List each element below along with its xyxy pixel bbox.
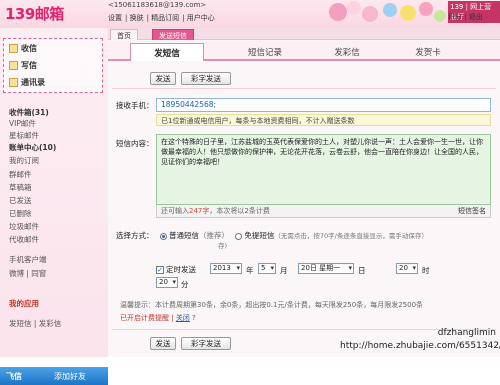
method-note-cont: 存) bbox=[218, 242, 228, 250]
tab-sms-history[interactable]: 短信记录 bbox=[228, 46, 302, 58]
content-label: 短信内容： bbox=[116, 139, 154, 148]
radio-normal-sms[interactable] bbox=[160, 232, 167, 240]
color-send-button-top[interactable]: 彩字发送 bbox=[181, 72, 231, 85]
add-friend-button[interactable]: 添加好友 bbox=[54, 371, 86, 382]
close-reminder-link[interactable]: 关闭 bbox=[176, 314, 190, 322]
top-nav: 设置 | 换肤 | 精品订阅 | 用户中心 bbox=[108, 14, 215, 22]
radio-free-sms[interactable] bbox=[235, 232, 243, 240]
color-send-button-bottom[interactable]: 彩字发送 bbox=[181, 337, 231, 350]
sidebar-item-subscriptions[interactable]: 我的订阅 bbox=[9, 155, 39, 166]
sidebar: 收信 写信 通讯录 收件箱(31) VIP邮件 星标邮件 账单中心(10) 我的… bbox=[0, 28, 108, 385]
feixin-bar[interactable]: 飞信 添加好友 bbox=[0, 367, 108, 385]
sidebar-item-bills[interactable]: 账单中心(10) bbox=[9, 142, 56, 153]
signature-dropdown[interactable]: 短信签名 bbox=[458, 206, 486, 216]
hour-select[interactable]: 20 bbox=[396, 263, 418, 274]
month-select[interactable]: 5 bbox=[258, 263, 276, 274]
nav-skin[interactable]: 换肤 bbox=[130, 14, 144, 22]
nav-user-center[interactable]: 用户中心 bbox=[187, 14, 215, 22]
tab-home[interactable]: 首页 bbox=[110, 29, 138, 40]
sidebar-item-deleted[interactable]: 已删除 bbox=[9, 208, 32, 219]
inbox-icon bbox=[9, 44, 18, 53]
day-select[interactable]: 20日 星期一 bbox=[298, 263, 354, 274]
sidebar-item-drafts[interactable]: 草稿箱 bbox=[9, 182, 32, 193]
quick-actions: 收信 写信 通讯录 bbox=[3, 38, 103, 93]
compose-icon bbox=[9, 61, 18, 70]
sidebar-item-vip[interactable]: VIP邮件 bbox=[9, 118, 36, 129]
send-button-bottom[interactable]: 发送 bbox=[150, 337, 176, 350]
sidebar-item-mobile-client[interactable]: 手机客户端 bbox=[9, 254, 47, 265]
year-select[interactable]: 2013 bbox=[210, 263, 242, 274]
logo[interactable]: 139邮箱 bbox=[5, 3, 64, 24]
timed-row: ✓ 定时发送 bbox=[156, 265, 196, 274]
tab-send-mms[interactable]: 发彩信 bbox=[310, 46, 384, 58]
sidebar-item-group-mail[interactable]: 群邮件 bbox=[9, 169, 32, 180]
quick-receive[interactable]: 收信 bbox=[9, 43, 37, 54]
fee-info: 温馨提示：本计费周期第30条，余0条，超出按0.1元/条计费，每天限发250条，… bbox=[120, 301, 424, 309]
message-counter: 还可输入247字，本次将以2条计费 短信签名 bbox=[156, 205, 491, 218]
account-address: <15061183618@139.com> bbox=[108, 1, 207, 9]
sidebar-item-spam[interactable]: 垃圾邮件 bbox=[9, 221, 39, 232]
sidebar-item-sent[interactable]: 已发送 bbox=[9, 195, 32, 206]
main-panel: 首页 发送短信 发短信 短信记录 发彩信 发贺卡 发送 彩字发送 接收手机： 1… bbox=[108, 28, 500, 357]
watermark: dfzhanglimin http://home.zhubajie.com/65… bbox=[340, 328, 500, 351]
tab-send-card[interactable]: 发贺卡 bbox=[391, 46, 465, 58]
contacts-icon bbox=[9, 78, 18, 87]
sidebar-item-starred[interactable]: 星标邮件 bbox=[9, 130, 39, 141]
quick-compose[interactable]: 写信 bbox=[9, 60, 37, 71]
free-sms-label: 免提短信 bbox=[244, 231, 275, 240]
message-textarea[interactable]: 在这个特殊的日子里，江苏盐城的玉英代表保爱你的土人，对塑儿你说一声：土人会爱你一… bbox=[156, 134, 491, 205]
divider bbox=[112, 88, 496, 89]
to-label: 接收手机： bbox=[116, 101, 154, 110]
sidebar-item-collected[interactable]: 代收邮件 bbox=[9, 234, 39, 245]
feixin-label: 飞信 bbox=[6, 372, 22, 381]
page-tabs: 首页 发送短信 bbox=[108, 28, 500, 40]
top-links-secondary[interactable]: 积分 | 退出 bbox=[448, 12, 500, 22]
method-options: 普通短信（推荐） 免提短信（无需点击，按70字/条逐条直接显示，需手动保存） bbox=[160, 230, 428, 241]
tab-send-sms[interactable]: 发送短信 bbox=[152, 29, 194, 40]
timed-checkbox[interactable]: ✓ bbox=[156, 266, 164, 274]
top-bar: 139邮箱 <15061183618@139.com> 设置 | 换肤 | 精品订阅… bbox=[0, 0, 500, 28]
normal-sms-label: 普通短信 bbox=[169, 231, 199, 240]
method-label: 选择方式： bbox=[116, 231, 154, 240]
minute-select[interactable]: 20 bbox=[156, 277, 178, 288]
recipient-notice: 已1位新通或电信用户，每条与本地资费相同，不计入赠送条数 bbox=[156, 114, 491, 126]
billing-reminder: 已开启计费提醒 | 关闭 ? bbox=[120, 314, 196, 322]
sidebar-item-sms-mms[interactable]: 发短信 | 发彩信 bbox=[9, 318, 61, 329]
quick-contacts[interactable]: 通讯录 bbox=[9, 77, 45, 88]
recipient-input[interactable]: 18950442568; bbox=[156, 98, 491, 112]
send-button-top[interactable]: 发送 bbox=[150, 72, 176, 85]
sidebar-item-inbox[interactable]: 收件箱(31) bbox=[9, 107, 49, 118]
tab-send-sms-inner[interactable]: 发短信 bbox=[130, 43, 204, 61]
nav-settings[interactable]: 设置 bbox=[108, 14, 122, 22]
help-icon[interactable]: ? bbox=[192, 314, 196, 322]
sidebar-my-apps: 我的应用 bbox=[9, 299, 39, 308]
sidebar-item-weibo[interactable]: 微博 | 同窗 bbox=[9, 268, 46, 279]
balloons-decoration bbox=[329, 1, 446, 22]
nav-subscribe[interactable]: 精品订阅 bbox=[151, 14, 179, 22]
sms-tabs: 发短信 短信记录 发彩信 发贺卡 bbox=[108, 41, 500, 61]
